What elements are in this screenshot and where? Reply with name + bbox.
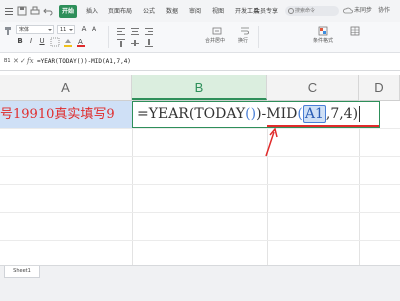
fill-color-icon[interactable] (63, 37, 73, 47)
toolbar-divider (108, 26, 109, 48)
tab-data[interactable]: 数据 (163, 5, 181, 18)
formula-mid-token: -MID (261, 106, 298, 122)
decrease-font-icon[interactable]: A (90, 25, 98, 34)
tab-insert[interactable]: 插入 (83, 5, 101, 18)
menu-bar: 开始 插入 页面布局 公式 数据 审阅 视图 开发工具 会员专享 搜索命令 未同… (0, 0, 400, 23)
chevron-down-icon (69, 29, 73, 31)
toolbar-divider (258, 26, 259, 48)
font-size-select[interactable]: 11 (57, 25, 75, 34)
increase-font-icon[interactable]: A (80, 25, 88, 34)
save-icon[interactable] (17, 6, 27, 16)
tab-formulas[interactable]: 公式 (140, 5, 158, 18)
align-center-icon[interactable] (130, 26, 140, 36)
wrap-text-icon[interactable] (240, 26, 250, 36)
search-command-box[interactable]: 搜索命令 (285, 6, 339, 16)
collab-button[interactable]: 协作 (378, 6, 390, 16)
formula-args: ,7,4) (325, 106, 359, 122)
underline-icon[interactable]: U (38, 37, 46, 46)
annotation-arrow-icon (265, 127, 278, 157)
formula-input[interactable]: =YEAR(TODAY())-MID(A1,7,4) (37, 56, 131, 67)
formula-bar: B1 ✕ ✓ fx =YEAR(TODAY())-MID(A1,7,4) (0, 53, 400, 71)
grid-line (0, 156, 400, 157)
merge-center-label[interactable]: 合并居中 (205, 38, 225, 45)
column-header-row: A B C D (0, 75, 400, 101)
tab-home[interactable]: 开始 (59, 5, 78, 18)
align-middle-icon[interactable] (130, 38, 140, 48)
chevron-down-icon (48, 29, 52, 31)
wrap-text-label[interactable]: 换行 (238, 38, 248, 45)
align-left-icon[interactable] (116, 26, 126, 36)
grid-line (0, 184, 400, 185)
insert-function-icon[interactable]: fx (27, 56, 34, 67)
tab-page-layout[interactable]: 页面布局 (105, 5, 135, 18)
format-painter-icon[interactable] (3, 26, 13, 36)
cell-a1[interactable]: 号19910真实填写9 (0, 101, 132, 128)
tab-review[interactable]: 审阅 (186, 5, 204, 18)
align-right-icon[interactable] (144, 26, 154, 36)
column-header-b[interactable]: B (132, 75, 267, 100)
text-caret (359, 106, 361, 122)
font-color-icon[interactable]: A (76, 37, 86, 47)
cell-a1-value: 号19910真实填写9 (0, 107, 115, 122)
app-menu-icon[interactable] (4, 6, 14, 16)
search-icon (288, 8, 294, 14)
grid-line (0, 212, 400, 213)
cloud-sync-icon[interactable] (343, 6, 353, 16)
font-name-select[interactable]: 宋体 (16, 25, 54, 34)
formula-today-token: TODAY (194, 106, 246, 122)
confirm-edit-icon[interactable]: ✓ (20, 56, 26, 67)
formula-year-token: =YEAR (137, 106, 189, 122)
italic-icon[interactable]: I (27, 37, 35, 46)
toolbar: 宋体 11 A A B I U A 合并居中 换行 条件格式 (0, 22, 400, 53)
formula-cell-reference[interactable]: A1 (302, 105, 326, 123)
merge-cells-icon[interactable] (212, 26, 222, 36)
cancel-edit-icon[interactable]: ✕ (13, 56, 19, 67)
tab-member[interactable]: 会员专享 (251, 5, 281, 18)
grid-line (0, 128, 400, 129)
align-top-icon[interactable] (116, 38, 126, 48)
bold-icon[interactable]: B (16, 37, 24, 46)
sheet-tab[interactable]: Sheet1 (4, 266, 40, 278)
column-header-c[interactable]: C (267, 75, 359, 100)
column-header-a[interactable]: A (0, 75, 132, 100)
svg-text:A: A (78, 38, 83, 46)
border-icon[interactable] (50, 37, 60, 47)
grid-line (0, 240, 400, 241)
print-icon[interactable] (30, 6, 40, 16)
font-name-value: 宋体 (19, 27, 30, 33)
undo-icon[interactable] (43, 6, 53, 16)
column-header-d[interactable]: D (359, 75, 400, 100)
sheet-tab-bar: Sheet1 (0, 265, 400, 301)
table-style-icon[interactable] (350, 26, 360, 36)
conditional-format-icon[interactable] (318, 26, 328, 36)
conditional-format-label[interactable]: 条件格式 (313, 38, 333, 45)
align-bottom-icon[interactable] (144, 38, 154, 48)
search-placeholder: 搜索命令 (295, 8, 316, 14)
tab-view[interactable]: 视图 (209, 5, 227, 18)
annotation-underline (267, 125, 379, 127)
formula-paren: () (245, 106, 257, 122)
font-size-value: 11 (60, 27, 67, 33)
cell-b1-formula[interactable]: =YEAR(TODAY())-MID(A1,7,4) (137, 101, 361, 128)
sync-status[interactable]: 未同步 (354, 6, 372, 16)
